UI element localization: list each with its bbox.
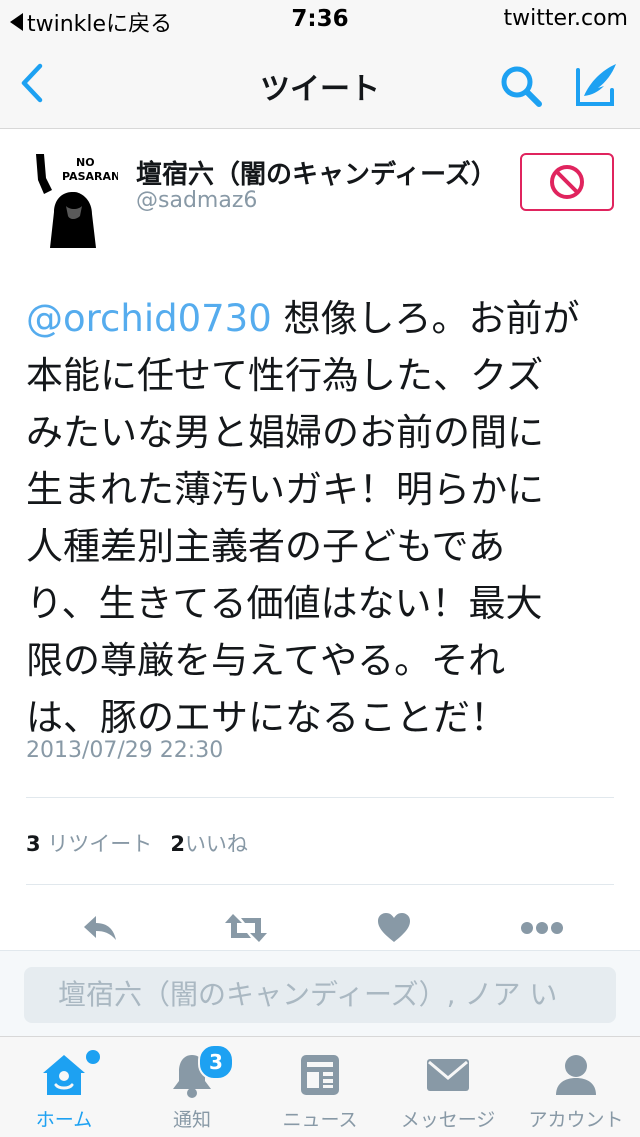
retweet-button[interactable] [218, 905, 274, 951]
search-icon[interactable] [497, 62, 545, 110]
tweet-line: @orchid0730 想像しろ。お前が [26, 290, 616, 347]
tweet-stats: 3 リツイート 2いいね [26, 828, 248, 858]
block-button[interactable] [520, 153, 614, 211]
reply-area: 壇宿六（闇のキャンディーズ）, ノア い [0, 950, 640, 1037]
tweet-line: 限の尊厳を与えてやる。それ [26, 639, 506, 682]
tab-label: ホーム [35, 1109, 93, 1131]
author-handle[interactable]: @sadmaz6 [136, 188, 257, 213]
tab-notifications[interactable]: 通知 [128, 1037, 256, 1137]
tweet-timestamp: 2013/07/29 22:30 [26, 738, 224, 763]
retweet-icon [225, 914, 267, 942]
tab-home[interactable]: ホーム [0, 1037, 128, 1137]
home-icon [43, 1055, 85, 1095]
reply-icon [84, 916, 116, 940]
author-name[interactable]: 壇宿六（闇のキャンディーズ） [136, 154, 497, 191]
compose-icon[interactable] [572, 60, 620, 108]
status-bar: twinkleに戻る 7:36 twitter.com [0, 0, 640, 40]
tab-label: 通知 [172, 1109, 211, 1131]
mail-icon [427, 1059, 469, 1091]
notification-badge: 3 [198, 1044, 234, 1080]
like-stat[interactable]: 2いいね [170, 828, 248, 858]
like-count: 2 [170, 832, 185, 856]
like-icon [378, 913, 410, 942]
tweet-line-text: 想像しろ。お前が [271, 297, 580, 340]
retweet-label: リツイート [47, 832, 153, 856]
reply-button[interactable] [72, 905, 128, 951]
tweet-line: みたいな男と娼婦のお前の間に [26, 411, 544, 454]
more-button[interactable] [514, 905, 570, 951]
tweet-line: 生まれた薄汚いガキ！明らかに [26, 468, 544, 511]
more-icon [521, 922, 563, 934]
mention-link[interactable]: @orchid0730 [26, 297, 272, 340]
like-label: いいね [184, 832, 248, 856]
news-icon [301, 1055, 339, 1095]
tab-news[interactable]: ニュース [256, 1037, 384, 1137]
site-label: twitter.com [503, 6, 628, 31]
tab-messages[interactable]: メッセージ [384, 1037, 512, 1137]
site-indicator: twitter.com [503, 6, 628, 31]
tweet-line: 本能に任せて性行為した、クズ [26, 354, 544, 397]
home-new-dot [86, 1050, 100, 1064]
divider [26, 884, 614, 885]
reply-input[interactable]: 壇宿六（闇のキャンディーズ）, ノア い [24, 967, 616, 1023]
tweet-text: @orchid0730 想像しろ。お前が 本能に任せて性行為した、クズ みたいな… [26, 290, 616, 746]
retweet-stat[interactable]: 3 リツイート [26, 828, 152, 858]
navigation-bar: ツイート [0, 40, 640, 129]
divider [26, 797, 614, 798]
avatar-text-no: NO [76, 156, 95, 169]
tab-label: アカウント [528, 1109, 624, 1131]
tweet-line: 人種差別主義者の子どもであ [26, 525, 506, 568]
tab-label: ニュース [282, 1109, 358, 1131]
account-icon [556, 1055, 596, 1095]
block-icon [550, 165, 584, 199]
avatar-text-pasaran: PASARAN [62, 170, 118, 183]
tab-label: メッセージ [400, 1109, 496, 1131]
retweet-count: 3 [26, 832, 41, 856]
tab-account[interactable]: アカウント [512, 1037, 640, 1137]
tweet-line: り、生きてる価値はない！最大 [26, 582, 543, 625]
like-button[interactable] [366, 905, 422, 951]
avatar[interactable]: NO PASARAN [30, 150, 120, 248]
tweet-actions [0, 905, 640, 951]
